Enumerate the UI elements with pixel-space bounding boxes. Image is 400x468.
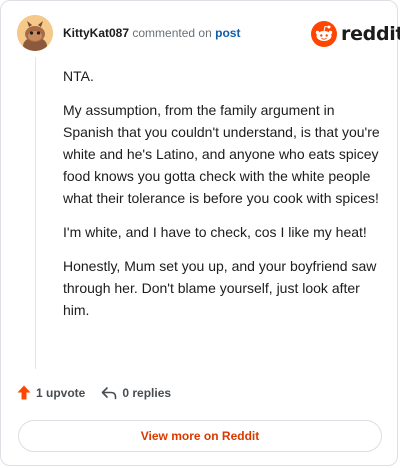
upvote-count: 1 upvote — [36, 385, 86, 400]
upvote-button[interactable]: 1 upvote — [17, 385, 85, 400]
reddit-snoo-icon — [311, 21, 337, 47]
view-more-button[interactable]: View more on Reddit — [18, 420, 382, 452]
comment-paragraph: NTA. — [63, 68, 94, 84]
comment-paragraph: My assumption, from the family argument … — [63, 102, 380, 206]
comment-paragraph: I'm white, and I have to check, cos I li… — [63, 224, 367, 240]
reddit-logo[interactable]: reddit — [311, 21, 400, 47]
reddit-wordmark: reddit — [341, 23, 400, 45]
post-link[interactable]: post — [215, 26, 240, 40]
comment-header: KittyKat087 commented on post — [63, 26, 240, 40]
commented-on-text: commented on — [132, 26, 212, 40]
user-avatar[interactable] — [17, 15, 53, 51]
replies-button[interactable]: 0 replies — [101, 386, 171, 400]
comment-paragraph: Honestly, Mum set you up, and your boyfr… — [63, 258, 377, 318]
thread-line[interactable] — [35, 57, 36, 369]
upvote-arrow-icon — [17, 385, 31, 400]
username-link[interactable]: KittyKat087 — [63, 26, 129, 40]
reply-arrow-icon — [102, 386, 117, 399]
replies-count: 0 replies — [122, 385, 172, 400]
comment-card: KittyKat087 commented on post reddit NTA… — [0, 0, 400, 466]
comment-actions: 1 upvote 0 replies — [17, 385, 171, 400]
snoo-avatar-icon — [17, 15, 53, 51]
comment-body: NTA. My assumption, from the family argu… — [63, 65, 381, 333]
